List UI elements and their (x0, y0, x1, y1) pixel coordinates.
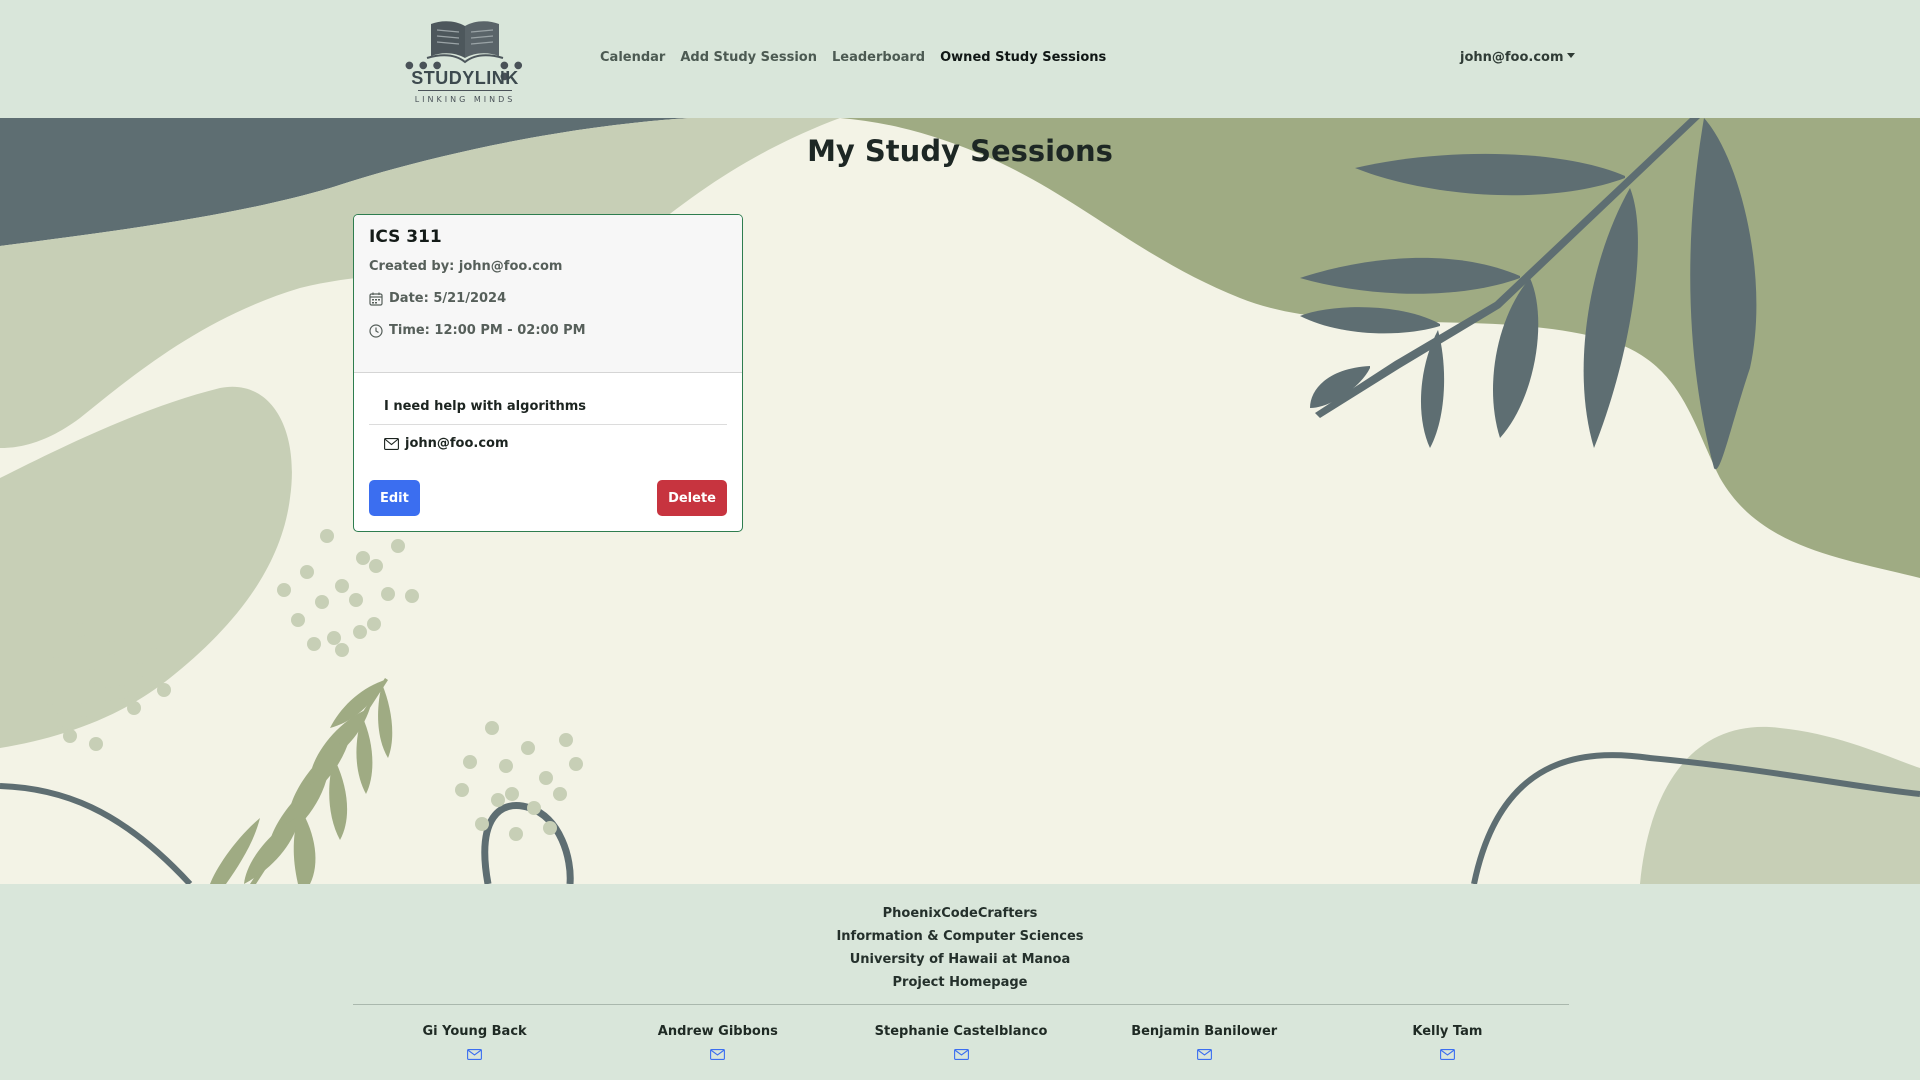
team-member-name: Kelly Tam (1412, 1024, 1483, 1039)
edit-button[interactable]: Edit (369, 480, 420, 516)
envelope-icon[interactable] (467, 1045, 483, 1064)
logo-divider (418, 90, 512, 91)
footer-university: University of Hawaii at Manoa (849, 952, 1071, 967)
footer-project-homepage-link[interactable]: Project Homepage (0, 971, 1920, 994)
calendar-icon (369, 292, 383, 306)
delete-button[interactable]: Delete (657, 480, 727, 516)
team-member: Stephanie Castelblanco (839, 1024, 1082, 1064)
session-email-row: john@foo.com (369, 425, 727, 462)
card-header: ICS 311 Created by: john@foo.com Date: 5… (354, 215, 742, 373)
nav-links: Calendar Add Study Session Leaderboard O… (600, 50, 1106, 65)
envelope-icon[interactable] (1196, 1045, 1212, 1064)
team-member-name: Andrew Gibbons (657, 1024, 778, 1039)
team-list: Gi Young Back Andrew Gibbons Stephanie C… (353, 1024, 1569, 1064)
session-date: Date: 5/21/2024 (389, 291, 507, 306)
background-illustration (0, 118, 1920, 884)
logo-title: STUDYLINK (411, 68, 519, 88)
session-course: ICS 311 (369, 227, 442, 247)
clock-icon (369, 323, 383, 338)
logo-tagline: LINKING MINDS (414, 95, 516, 104)
card-body: I need help with algorithms john@foo.com (354, 373, 742, 462)
team-member: Andrew Gibbons (596, 1024, 839, 1064)
nav-owned-study-sessions[interactable]: Owned Study Sessions (940, 50, 1106, 65)
team-member-name: Stephanie Castelblanco (874, 1024, 1048, 1039)
main-content: My Study Sessions ICS 311 Created by: jo… (0, 118, 1920, 884)
session-creator: Created by: john@foo.com (369, 259, 563, 274)
footer-department: Information & Computer Sciences (836, 929, 1084, 944)
footer: PhoenixCodeCrafters Information & Comput… (0, 884, 1920, 1080)
navbar: ● ● ● ● ● ● STUDYLINK LINKING MINDS Cale… (0, 0, 1920, 118)
page-title: My Study Sessions (807, 134, 1113, 168)
card-actions: Edit Delete (369, 480, 727, 516)
footer-divider (353, 1004, 1569, 1005)
nav-leaderboard[interactable]: Leaderboard (832, 50, 925, 65)
user-dropdown[interactable]: john@foo.com (1460, 50, 1575, 65)
envelope-icon[interactable] (710, 1045, 726, 1064)
envelope-icon (384, 437, 399, 450)
envelope-icon[interactable] (953, 1045, 969, 1064)
nav-calendar[interactable]: Calendar (600, 50, 665, 65)
team-member: Kelly Tam (1326, 1024, 1569, 1064)
session-description: I need help with algorithms (369, 389, 727, 425)
team-member: Gi Young Back (353, 1024, 596, 1064)
envelope-icon[interactable] (1439, 1045, 1455, 1064)
user-email: john@foo.com (1460, 50, 1564, 65)
team-member-name: Benjamin Banilower (1131, 1024, 1278, 1039)
chevron-down-icon (1566, 53, 1575, 58)
footer-team-name: PhoenixCodeCrafters (882, 906, 1038, 921)
footer-info: PhoenixCodeCrafters Information & Comput… (0, 902, 1920, 994)
session-time-row: Time: 12:00 PM - 02:00 PM (369, 323, 727, 338)
study-session-card: ICS 311 Created by: john@foo.com Date: 5… (353, 214, 743, 532)
nav-add-study-session[interactable]: Add Study Session (680, 50, 817, 65)
book-icon (426, 21, 504, 64)
studylink-logo[interactable]: ● ● ● ● ● ● STUDYLINK LINKING MINDS (400, 18, 530, 108)
session-time: Time: 12:00 PM - 02:00 PM (389, 323, 586, 338)
session-date-row: Date: 5/21/2024 (369, 291, 727, 306)
team-member-name: Gi Young Back (422, 1024, 527, 1039)
session-email: john@foo.com (405, 436, 509, 451)
team-member: Benjamin Banilower (1083, 1024, 1326, 1064)
